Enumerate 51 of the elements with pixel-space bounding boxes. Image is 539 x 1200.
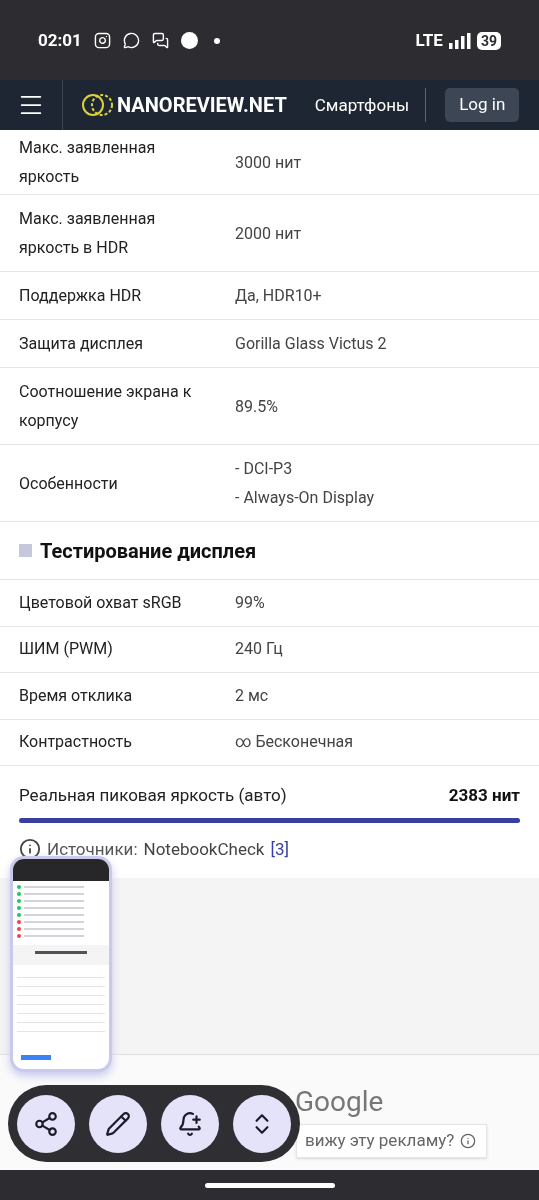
site-logo[interactable]: NANOREVIEW.NET xyxy=(117,90,287,120)
spec-label: Соотношение экрана к корпусу xyxy=(19,381,193,432)
spec-label: Макс. заявленная яркость xyxy=(19,137,157,188)
app-badge-icon xyxy=(180,32,198,49)
spec-value: 2 мс xyxy=(235,684,269,707)
spec-value: 2000 нит xyxy=(235,222,302,245)
rings-logo-icon xyxy=(81,93,115,117)
spec-value: Да, HDR10+ xyxy=(235,285,322,307)
toolbar-button[interactable] xyxy=(17,1094,75,1153)
battery-level: 39 xyxy=(476,31,501,50)
spec-label: Контрастность xyxy=(19,731,133,754)
spec-value: - Always-On Display xyxy=(235,487,375,509)
chat-bubbles-icon xyxy=(151,32,169,49)
peak-brightness-value: 2383 нит xyxy=(448,784,520,807)
source-name: NotebookCheck xyxy=(143,837,265,861)
smartphones-link[interactable]: Смартфоны xyxy=(314,88,427,122)
why-this-ad-button[interactable]: вижу эту рекламу? xyxy=(296,1124,488,1158)
section-title: Тестирование дисплея xyxy=(40,537,257,565)
section-square-icon xyxy=(19,544,32,557)
reference-link[interactable]: [3] xyxy=(270,836,290,862)
bell-plus-icon xyxy=(177,1110,203,1137)
toolbar-button[interactable] xyxy=(89,1094,147,1153)
peak-brightness-label: Реальная пиковая яркость (авто) xyxy=(19,784,287,807)
pencil-icon xyxy=(105,1110,131,1137)
camera-app-icon xyxy=(93,32,111,49)
spec-label: Макс. заявленная яркость в HDR xyxy=(19,208,157,259)
share-icon xyxy=(33,1110,59,1137)
signal-icon xyxy=(448,32,471,49)
spec-value: ∞ Бесконечная xyxy=(235,731,354,754)
ad-title: Google xyxy=(295,1084,384,1120)
spec-value: 240 Гц xyxy=(235,638,283,661)
toolbar-button[interactable] xyxy=(161,1094,219,1153)
spec-value: 89.5% xyxy=(235,395,278,418)
spec-value: 3000 нит xyxy=(235,151,302,174)
spec-label: Время отклика xyxy=(19,684,134,707)
spec-value: Gorilla Glass Victus 2 xyxy=(235,333,387,355)
info-icon xyxy=(460,1133,477,1149)
spec-value: - DCI-P3 xyxy=(235,458,294,480)
spec-value: 99% xyxy=(235,591,265,614)
spec-label: ШИМ (PWM) xyxy=(19,638,114,661)
spec-label: Поддержка HDR xyxy=(19,285,143,307)
toolbar-button[interactable] xyxy=(233,1094,291,1153)
login-button[interactable]: Log in xyxy=(445,88,520,122)
spec-label: Защита дисплея xyxy=(19,333,144,355)
chat-bubble-icon xyxy=(122,32,140,49)
sources-label: Источники: xyxy=(47,837,138,861)
spec-label: Особенности xyxy=(19,472,119,495)
home-indicator[interactable] xyxy=(204,1182,335,1188)
network-type: LTE xyxy=(415,28,443,52)
spec-label: Цветовой охват sRGB xyxy=(19,591,183,614)
clock-time: 02:01 xyxy=(38,28,82,52)
